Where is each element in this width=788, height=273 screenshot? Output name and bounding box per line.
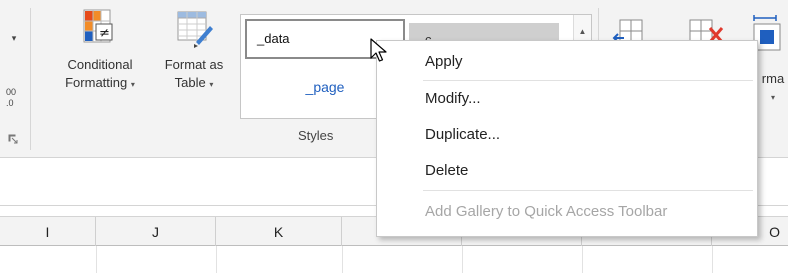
svg-text:00: 00 bbox=[6, 87, 16, 97]
menu-item-delete-label: Delete bbox=[425, 162, 469, 179]
svg-text:.0: .0 bbox=[6, 98, 14, 108]
menu-item-delete[interactable]: Delete bbox=[377, 154, 757, 188]
column-header-i[interactable]: I bbox=[0, 217, 96, 247]
styles-group-label: Styles bbox=[298, 128, 334, 143]
conditional-formatting-line2: Formatting bbox=[65, 75, 128, 90]
menu-item-modify-label: Modify... bbox=[425, 90, 481, 107]
menu-item-duplicate[interactable]: Duplicate... bbox=[377, 118, 757, 152]
cell-style-context-menu: Apply Modify... Duplicate... Delete Add … bbox=[376, 40, 758, 237]
conditional-formatting-line1: Conditional bbox=[67, 57, 133, 72]
menu-item-add-gallery-to-qat: Add Gallery to Quick Access Toolbar bbox=[377, 195, 757, 229]
column-header-j[interactable]: J bbox=[96, 217, 216, 247]
chevron-down-icon[interactable]: ▾ bbox=[8, 28, 20, 48]
format-as-table-line1: Format as bbox=[164, 57, 224, 72]
menu-item-add-gallery-label: Add Gallery to Quick Access Toolbar bbox=[425, 203, 668, 220]
conditional-formatting-button[interactable]: ≠ Conditional Formatting ▾ bbox=[54, 8, 146, 94]
chevron-down-icon: ▾ bbox=[770, 93, 775, 102]
chevron-down-icon: ▾ bbox=[209, 80, 214, 89]
menu-item-modify[interactable]: Modify... bbox=[377, 82, 757, 116]
format-button-partial[interactable]: rma ▾ bbox=[758, 70, 788, 103]
format-as-table-button[interactable]: Format as Table ▾ bbox=[156, 8, 232, 94]
dialog-launcher-icon[interactable] bbox=[8, 134, 20, 146]
menu-item-apply[interactable]: Apply bbox=[377, 45, 757, 79]
column-header-k[interactable]: K bbox=[216, 217, 342, 247]
format-as-table-icon bbox=[156, 8, 232, 56]
mouse-pointer-icon bbox=[370, 38, 388, 67]
svg-text:≠: ≠ bbox=[99, 26, 110, 41]
grid-row[interactable] bbox=[0, 246, 788, 273]
decrease-decimal-icon[interactable]: 00 .0 bbox=[6, 86, 20, 111]
menu-item-apply-label: Apply bbox=[425, 53, 463, 70]
menu-item-duplicate-label: Duplicate... bbox=[425, 126, 501, 143]
conditional-formatting-icon: ≠ bbox=[54, 8, 146, 56]
format-label-partial: rma bbox=[761, 71, 785, 86]
chevron-down-icon: ▾ bbox=[130, 80, 135, 89]
format-as-table-line2: Table bbox=[174, 75, 206, 90]
